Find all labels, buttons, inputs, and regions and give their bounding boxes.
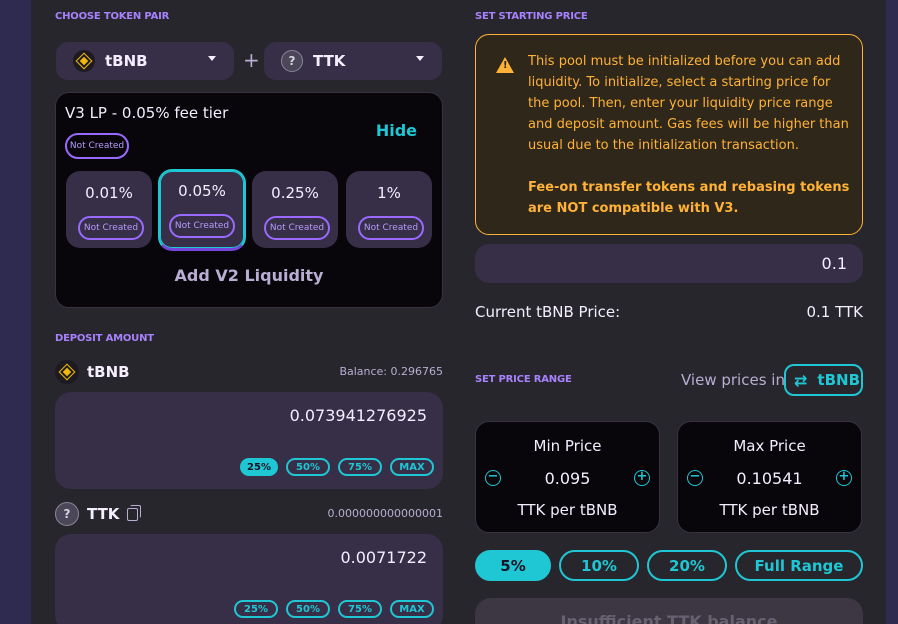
deposit-amount-label: DEPOSIT AMOUNT	[55, 333, 154, 344]
add-v2-liquidity-button[interactable]: Add V2 Liquidity	[56, 266, 442, 285]
fee-tier-status-badge: Not Created	[169, 214, 235, 238]
pool-status-badge: Not Created	[65, 133, 129, 159]
ttk-logo-icon: ?	[281, 50, 303, 72]
starting-price-label: SET STARTING PRICE	[475, 11, 588, 22]
plus-circle-icon[interactable]: +	[634, 470, 650, 486]
token-b-amount-box[interactable]: 0.0071722 25% 50% 75% MAX	[55, 534, 443, 624]
fee-tier-option[interactable]: 0.01% Not Created	[66, 171, 152, 248]
range-20-button[interactable]: 20%	[647, 550, 727, 581]
choose-pair-label: CHOOSE TOKEN PAIR	[55, 11, 170, 22]
price-token-label: tBNB	[817, 371, 860, 389]
fee-tier-status-badge: Not Created	[264, 216, 330, 240]
max-price-card: Max Price − 0.10541 + TTK per tBNB	[677, 421, 862, 533]
view-prices-label: View prices in	[681, 371, 785, 389]
token-a-percent-row: 25% 50% 75% MAX	[240, 458, 434, 476]
fee-tier-title: V3 LP - 0.05% fee tier	[65, 104, 229, 122]
max-price-unit: TTK per tBNB	[719, 501, 820, 519]
max-price-input[interactable]: 0.10541	[678, 469, 861, 488]
token-b-name: TTK	[313, 52, 346, 70]
initialize-warning: This pool must be initialized before you…	[475, 34, 863, 235]
bnb-logo-icon	[55, 360, 79, 384]
ttk-logo-icon: ?	[55, 502, 79, 526]
range-10-button[interactable]: 10%	[559, 550, 639, 581]
price-token-toggle[interactable]: ⇄ tBNB	[784, 364, 863, 396]
deposit-token-b-name: TTK	[87, 505, 120, 523]
chevron-down-icon	[208, 56, 216, 61]
token-a-amount-input[interactable]: 0.073941276925	[290, 406, 427, 425]
plus-icon: +	[243, 48, 260, 72]
swap-icon: ⇄	[794, 370, 808, 390]
current-price-label: Current tBNB Price:	[475, 303, 621, 321]
fee-tier-option[interactable]: 1% Not Created	[346, 171, 432, 248]
fee-tier-status-badge: Not Created	[358, 216, 424, 240]
warning-icon	[496, 57, 514, 73]
copy-icon[interactable]	[127, 504, 142, 521]
fee-tier-option[interactable]: 0.25% Not Created	[252, 171, 338, 248]
token-b-select[interactable]: ? TTK	[264, 42, 442, 80]
min-price-card: Min Price − 0.095 + TTK per tBNB	[475, 421, 660, 533]
fee-tier-value: 0.05%	[178, 182, 226, 200]
submit-button[interactable]: Insufficient TTK balance	[475, 598, 863, 624]
percent-25-button[interactable]: 25%	[234, 600, 278, 618]
warning-bold-text: Fee-on transfer tokens and rebasing toke…	[528, 180, 850, 216]
token-b-percent-row: 25% 50% 75% MAX	[234, 600, 434, 618]
min-price-input[interactable]: 0.095	[476, 469, 659, 488]
token-b-balance: 0.000000000000001	[327, 507, 443, 520]
token-a-balance: Balance: 0.296765	[339, 365, 443, 378]
percent-max-button[interactable]: MAX	[390, 458, 434, 476]
min-price-unit: TTK per tBNB	[517, 501, 618, 519]
right-background	[886, 0, 898, 624]
deposit-token-a: tBNB	[55, 360, 130, 384]
percent-50-button[interactable]: 50%	[286, 600, 330, 618]
fee-tier-value: 0.25%	[271, 184, 319, 202]
plus-circle-icon[interactable]: +	[836, 470, 852, 486]
token-a-select[interactable]: tBNB	[56, 42, 234, 80]
starting-price-input[interactable]	[475, 244, 863, 283]
hide-button[interactable]: Hide	[376, 121, 417, 140]
full-range-button[interactable]: Full Range	[735, 550, 863, 581]
token-a-amount-box[interactable]: 0.073941276925 25% 50% 75% MAX	[55, 392, 443, 489]
fee-tier-value: 0.01%	[85, 184, 133, 202]
max-price-title: Max Price	[733, 437, 806, 455]
warning-text: This pool must be initialized before you…	[528, 54, 849, 153]
deposit-token-a-name: tBNB	[87, 363, 130, 381]
bnb-logo-icon	[73, 50, 95, 72]
token-a-name: tBNB	[105, 52, 148, 70]
percent-max-button[interactable]: MAX	[390, 600, 434, 618]
left-background	[0, 0, 31, 624]
percent-75-button[interactable]: 75%	[338, 600, 382, 618]
percent-25-button[interactable]: 25%	[240, 458, 278, 476]
fee-tier-option-selected[interactable]: 0.05% Not Created	[158, 169, 246, 251]
token-b-amount-input[interactable]: 0.0071722	[340, 548, 427, 567]
fee-tier-card: V3 LP - 0.05% fee tier Not Created Hide …	[55, 92, 443, 308]
current-price-value: 0.1 TTK	[806, 303, 863, 321]
deposit-token-b: ? TTK	[55, 502, 142, 526]
percent-50-button[interactable]: 50%	[286, 458, 330, 476]
chevron-down-icon	[416, 56, 424, 61]
range-5-button[interactable]: 5%	[475, 550, 551, 581]
min-price-title: Min Price	[533, 437, 602, 455]
fee-tier-status-badge: Not Created	[78, 216, 144, 240]
price-range-label: SET PRICE RANGE	[475, 374, 572, 385]
fee-tier-value: 1%	[377, 184, 401, 202]
percent-75-button[interactable]: 75%	[338, 458, 382, 476]
